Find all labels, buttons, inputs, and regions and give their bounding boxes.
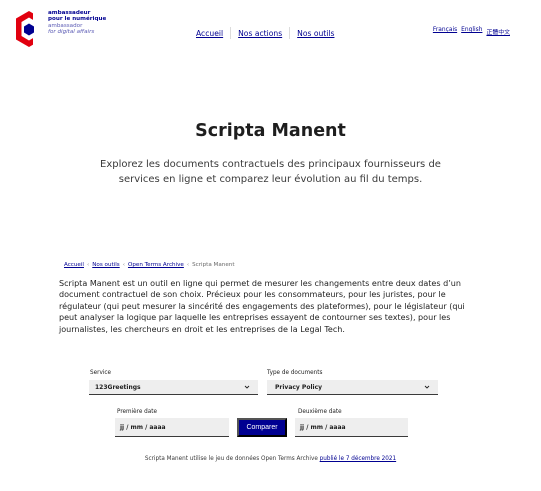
breadcrumb-link-open-terms-archive[interactable]: Open Terms Archive — [128, 262, 184, 268]
footnote-text: Scripta Manent utilise le jeu de données… — [144, 456, 318, 462]
page-title: Scripta Manent — [195, 121, 346, 141]
dataset-footnote: Scripta Manent utilise le jeu de données… — [0, 456, 541, 462]
service-label: Service — [90, 370, 112, 376]
date2-input[interactable]: jj / mm / aaaa — [295, 418, 408, 437]
breadcrumb-link-nos-outils[interactable]: Nos outils — [92, 262, 119, 268]
language-switcher: Français English 正體中文 — [433, 27, 510, 36]
lang-link-francais[interactable]: Français — [433, 27, 457, 36]
brand-line-2: pour le numérique — [48, 16, 107, 23]
page-subtitle: Explorez les documents contractuels des … — [100, 159, 441, 185]
lang-link-english[interactable]: English — [461, 27, 482, 36]
nav-link-nos-outils[interactable]: Nos outils — [297, 29, 334, 38]
breadcrumb-chevron-icon: ‹ — [86, 262, 90, 268]
nav-link-nos-actions[interactable]: Nos actions — [238, 29, 282, 38]
nav-divider — [230, 27, 232, 39]
breadcrumb-current: Scripta Manent — [192, 262, 235, 268]
breadcrumb-chevron-icon: ‹ — [122, 262, 125, 268]
nav-divider — [289, 27, 291, 39]
date1-label: Première date — [117, 409, 158, 415]
doctype-label: Type de documents — [267, 370, 323, 376]
brand-wordmark: ambassadeur pour le numérique ambassador… — [48, 10, 106, 35]
intro-paragraph: Scripta Manent est un outil en ligne qui… — [59, 279, 465, 334]
breadcrumb-chevron-icon: ‹ — [186, 262, 190, 268]
compare-button[interactable]: Comparer — [237, 418, 287, 437]
breadcrumb: Accueil ‹ Nos outils ‹ Open Terms Archiv… — [64, 262, 235, 268]
nav-link-accueil[interactable]: Accueil — [196, 29, 223, 38]
brand-line-4: for digital affairs — [48, 28, 95, 35]
footnote-link[interactable]: publié le 7 décembre 2021 — [320, 456, 397, 462]
breadcrumb-link-accueil[interactable]: Accueil — [64, 262, 84, 268]
service-select[interactable]: 123Greetings — [89, 380, 258, 395]
ambassador-logo[interactable] — [15, 10, 43, 48]
site-header: ambassadeur pour le numérique ambassador… — [0, 0, 541, 62]
chevron-down-icon — [424, 385, 430, 389]
lang-link-chinese[interactable]: 正體中文 — [486, 27, 510, 36]
date2-label: Deuxième date — [298, 409, 342, 415]
date1-input[interactable]: jj / mm / aaaa — [115, 418, 229, 437]
main-nav: Accueil Nos actions Nos outils — [196, 27, 334, 39]
chevron-down-icon — [244, 385, 250, 389]
doctype-select[interactable]: Privacy Policy — [267, 380, 438, 395]
service-select-value: 123Greetings — [95, 383, 141, 391]
doctype-select-value: Privacy Policy — [275, 383, 323, 391]
